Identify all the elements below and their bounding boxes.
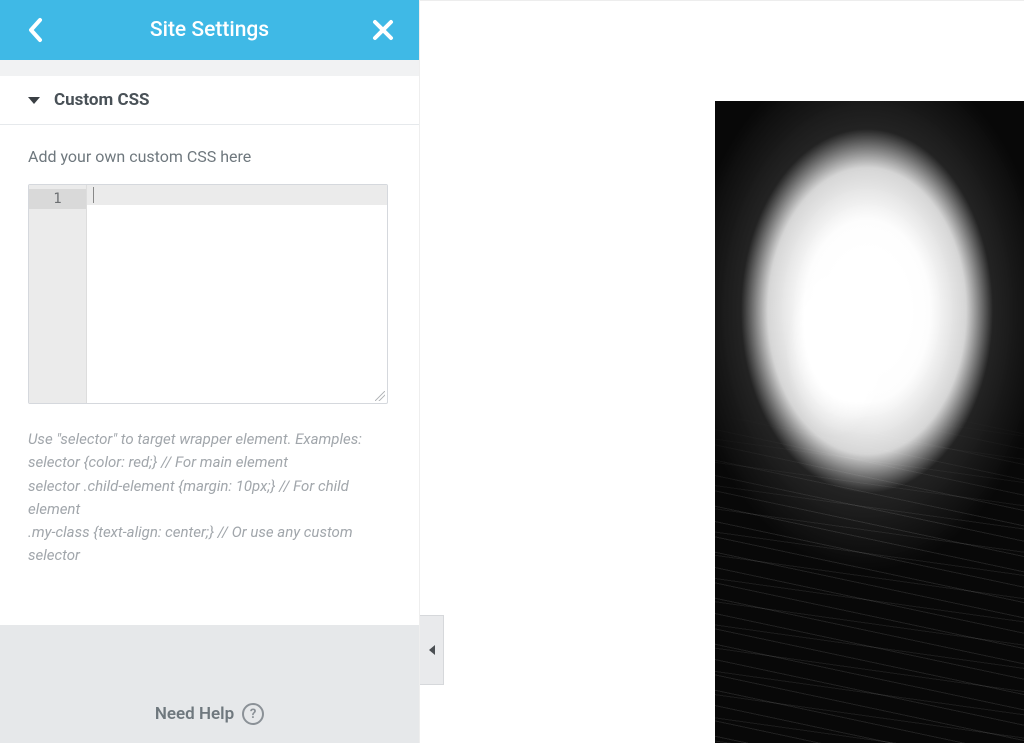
caret-down-icon: [28, 97, 40, 104]
need-help-link[interactable]: Need Help ?: [155, 703, 264, 725]
section-title: Custom CSS: [54, 90, 150, 110]
back-button[interactable]: [22, 16, 50, 44]
help-text: Use "selector" to target wrapper element…: [28, 428, 388, 568]
chevron-left-icon: [27, 17, 45, 43]
panel-footer: Need Help ?: [0, 625, 419, 743]
section-body: Add your own custom CSS here 1 Use "sele…: [0, 125, 419, 596]
question-mark-icon: ?: [242, 703, 264, 725]
panel-header: Site Settings: [0, 0, 419, 60]
text-cursor: [93, 187, 94, 203]
code-gutter: 1: [29, 185, 87, 403]
section-label: Add your own custom CSS here: [28, 147, 391, 166]
custom-css-editor[interactable]: 1: [28, 184, 388, 404]
preview-image: [715, 101, 1024, 743]
section-toggle-custom-css[interactable]: Custom CSS: [0, 76, 419, 125]
preview-canvas[interactable]: [420, 0, 1024, 743]
chevron-left-icon: [429, 645, 435, 655]
close-button[interactable]: [369, 16, 397, 44]
settings-panel: Site Settings Custom CSS Add your own cu…: [0, 0, 420, 743]
panel-gap: [0, 60, 419, 76]
close-icon: [372, 19, 394, 41]
line-number: 1: [29, 189, 86, 209]
panel-title: Site Settings: [50, 18, 369, 42]
collapse-panel-handle[interactable]: [420, 615, 444, 685]
code-area[interactable]: [87, 185, 387, 403]
need-help-label: Need Help: [155, 704, 234, 724]
